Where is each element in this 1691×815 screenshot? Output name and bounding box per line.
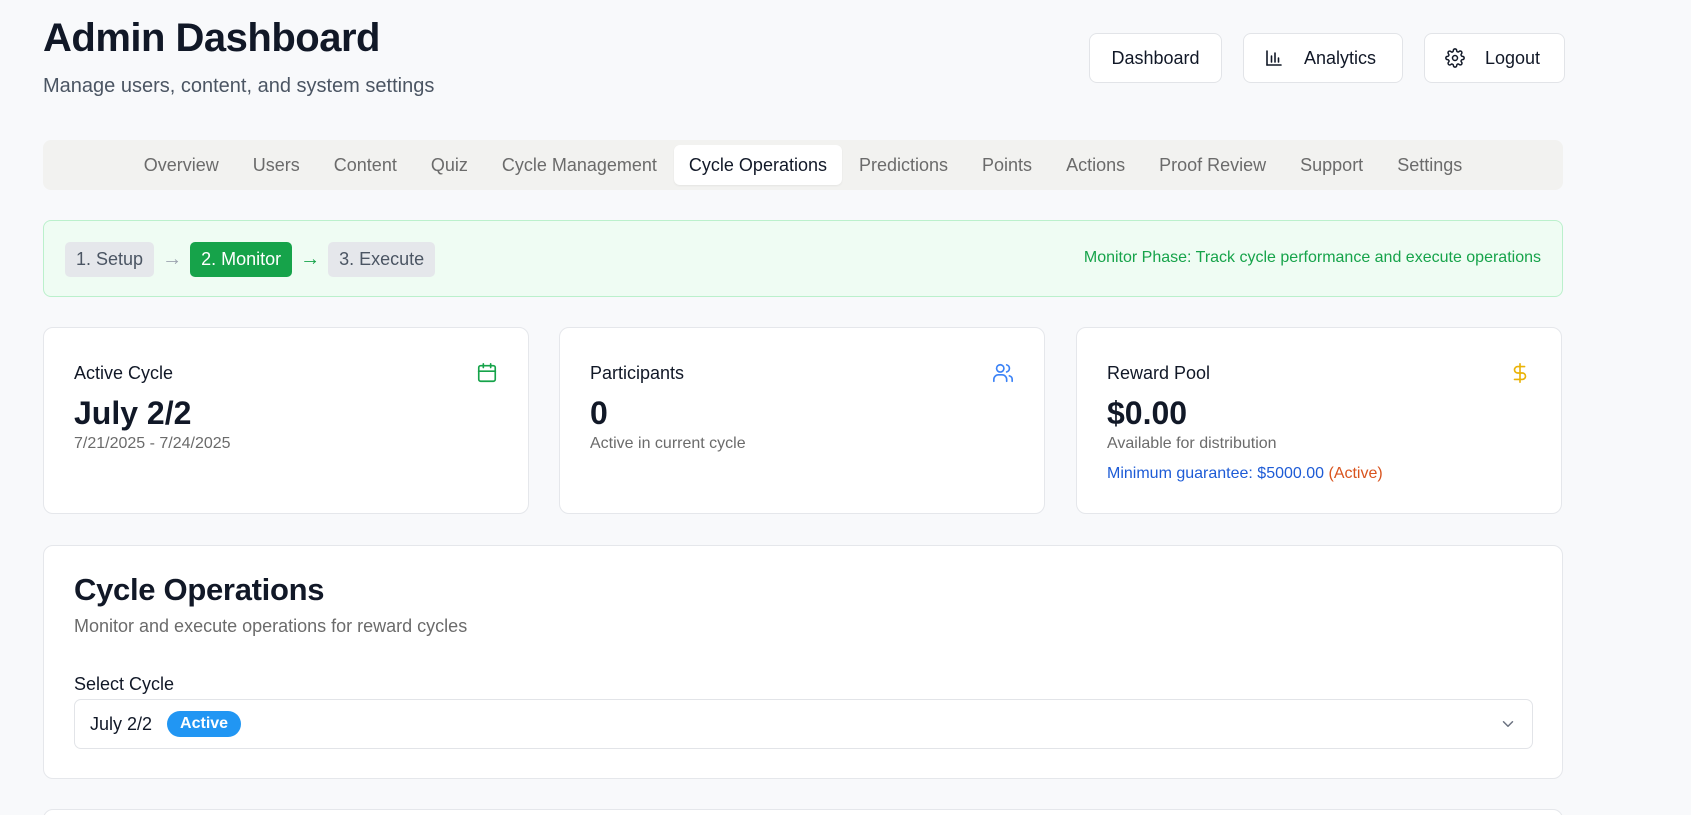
minimum-guarantee-text: Minimum guarantee: $5000.00 — [1107, 465, 1325, 482]
logout-button[interactable]: Logout — [1424, 33, 1565, 83]
tab-content[interactable]: Content — [317, 145, 414, 185]
tab-cycle-operations[interactable]: Cycle Operations — [673, 145, 842, 185]
page-title: Admin Dashboard — [43, 16, 380, 60]
tab-quiz[interactable]: Quiz — [414, 145, 485, 185]
users-icon — [992, 362, 1014, 384]
minimum-guarantee-note: Minimum guarantee: $5000.00 (Active) — [1107, 465, 1383, 483]
card-subtext: Available for distribution — [1107, 435, 1277, 452]
tab-cycle-management[interactable]: Cycle Management — [485, 145, 674, 185]
next-section-panel — [43, 809, 1563, 815]
card-value: 0 — [590, 395, 608, 431]
chevron-down-icon — [1499, 715, 1517, 733]
gear-icon — [1445, 48, 1465, 68]
tab-overview[interactable]: Overview — [127, 145, 236, 185]
admin-dashboard-page: Admin Dashboard Manage users, content, a… — [0, 0, 1691, 815]
active-cycle-card: Active Cycle July 2/2 7/21/2025 - 7/24/2… — [43, 327, 529, 514]
card-label: Participants — [590, 363, 685, 383]
panel-description: Monitor and execute operations for rewar… — [74, 616, 468, 636]
tab-proof-review[interactable]: Proof Review — [1142, 145, 1283, 185]
dollar-icon — [1509, 362, 1531, 384]
logout-button-label: Logout — [1485, 47, 1541, 68]
step-execute: 3. Execute — [328, 242, 436, 277]
phase-banner: 1. Setup → 2. Monitor → 3. Execute Monit… — [43, 220, 1563, 297]
phase-message: Monitor Phase: Track cycle performance a… — [1083, 249, 1541, 266]
page-subtitle: Manage users, content, and system settin… — [43, 75, 435, 97]
status-badge: Active — [167, 711, 242, 737]
participants-card: Participants 0 Active in current cycle — [559, 327, 1045, 514]
card-subtext: 7/21/2025 - 7/24/2025 — [74, 435, 231, 452]
tab-points[interactable]: Points — [965, 145, 1049, 185]
arrow-icon: → — [300, 248, 321, 270]
card-label: Reward Pool — [1107, 363, 1211, 383]
arrow-icon: → — [162, 248, 183, 270]
step-monitor: 2. Monitor — [190, 242, 293, 277]
tab-predictions[interactable]: Predictions — [842, 145, 965, 185]
step-setup: 1. Setup — [65, 242, 155, 277]
card-subtext: Active in current cycle — [590, 435, 746, 452]
card-value: July 2/2 — [74, 395, 192, 431]
analytics-button-label: Analytics — [1304, 47, 1377, 68]
cycle-select[interactable]: July 2/2 Active — [74, 699, 1533, 749]
select-cycle-label: Select Cycle — [74, 674, 175, 694]
card-value: $0.00 — [1107, 395, 1188, 431]
panel-title: Cycle Operations — [74, 572, 325, 607]
top-nav-buttons: Dashboard Analytics Logout — [1089, 33, 1565, 83]
dashboard-button-label: Dashboard — [1111, 47, 1200, 68]
tab-users[interactable]: Users — [236, 145, 317, 185]
dashboard-button[interactable]: Dashboard — [1089, 33, 1222, 83]
tab-settings[interactable]: Settings — [1380, 145, 1479, 185]
tab-actions[interactable]: Actions — [1049, 145, 1142, 185]
bar-chart-icon — [1264, 48, 1284, 68]
tab-bar: Overview Users Content Quiz Cycle Manage… — [43, 140, 1563, 190]
card-label: Active Cycle — [74, 363, 174, 383]
analytics-button[interactable]: Analytics — [1243, 33, 1403, 83]
calendar-icon — [476, 362, 498, 384]
selected-cycle-value: July 2/2 — [90, 713, 153, 734]
reward-pool-card: Reward Pool $0.00 Available for distribu… — [1076, 327, 1562, 514]
tab-support[interactable]: Support — [1283, 145, 1380, 185]
phase-steps: 1. Setup → 2. Monitor → 3. Execute — [65, 242, 436, 277]
guarantee-status-text: (Active) — [1328, 465, 1383, 482]
page-header: Admin Dashboard Manage users, content, a… — [43, 14, 434, 98]
cycle-operations-panel: Cycle Operations Monitor and execute ope… — [43, 545, 1563, 779]
